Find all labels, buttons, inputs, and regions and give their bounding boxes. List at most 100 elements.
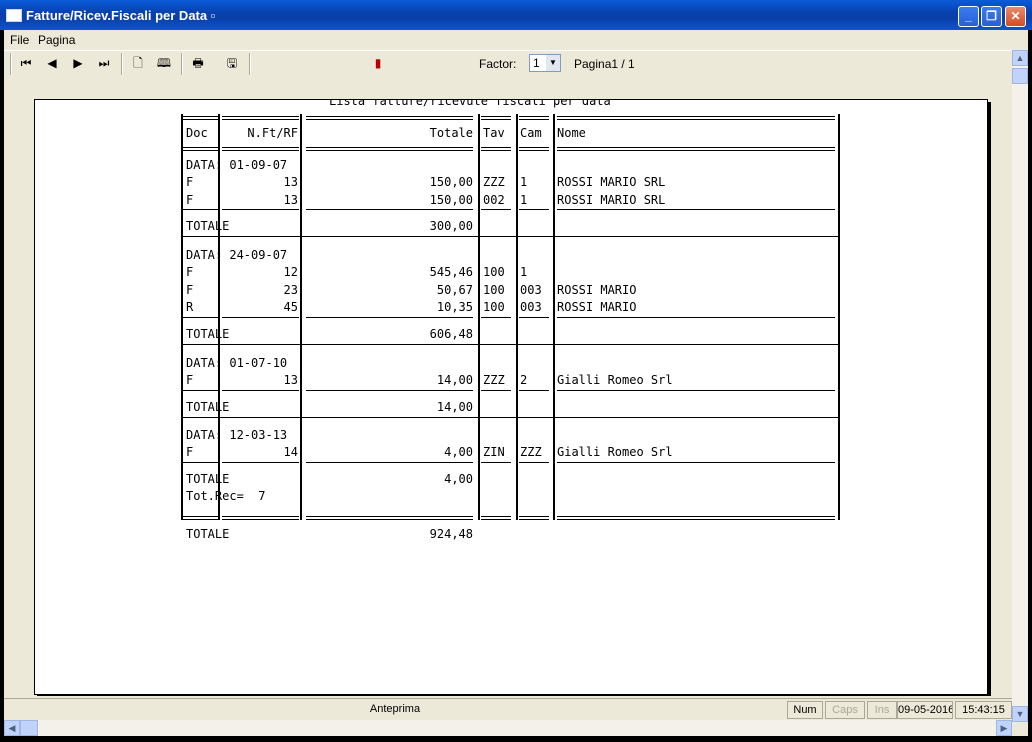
status-bar: Anteprima Num Caps Ins 09-05-2016 15:43:… xyxy=(4,698,1012,721)
menu-file[interactable]: File xyxy=(10,33,29,47)
double-rule xyxy=(181,116,218,120)
subtotal-rule xyxy=(481,461,511,463)
cell-tav: 100 xyxy=(483,282,505,297)
cell-tav: ZIN xyxy=(483,445,505,459)
double-rule xyxy=(181,516,218,520)
two-pages-icon[interactable]: 🕮 xyxy=(154,54,174,72)
subtotal-rule xyxy=(306,209,473,210)
group-total-label: TOTALE xyxy=(186,399,230,414)
cell-nome: ROSSI MARIO SRL xyxy=(557,192,666,207)
cell-nft: 13 xyxy=(283,373,298,387)
subtotal-rule xyxy=(557,461,835,463)
scroll-down-icon[interactable]: ▼ xyxy=(1012,706,1028,722)
chevron-down-icon[interactable]: ▼ xyxy=(546,55,560,71)
group-total-value: 4,00 xyxy=(444,471,473,486)
horizontal-scrollbar[interactable]: ◀ ▶ xyxy=(4,720,1012,736)
cell-cam: 2 xyxy=(520,373,528,387)
menu-bar: File Pagina xyxy=(4,30,1028,50)
last-page-icon[interactable]: ⏭ xyxy=(94,54,114,72)
first-page-icon[interactable]: ⏮ xyxy=(16,54,36,72)
subtotal-rule xyxy=(519,461,549,463)
scroll-up-icon[interactable]: ▲ xyxy=(1012,50,1028,66)
cell-tav: ZZZ xyxy=(483,175,505,189)
double-rule xyxy=(519,147,549,151)
double-rule xyxy=(481,116,511,120)
preview-area[interactable]: Lista fatture/ricevute fiscali per data D… xyxy=(4,77,1012,696)
next-page-icon[interactable]: ▶ xyxy=(68,54,88,72)
status-date: 09-05-2016 xyxy=(897,701,953,719)
header-nome: Nome xyxy=(557,126,586,140)
subtotal-rule xyxy=(519,389,549,391)
toolbar-separator xyxy=(181,53,183,75)
cell-cam: 1 xyxy=(520,265,528,279)
cell-nome: ROSSI MARIO xyxy=(557,282,637,297)
group-date: DATA: 01-07-10 xyxy=(186,356,288,370)
toolbar-separator xyxy=(249,53,251,75)
double-rule xyxy=(306,516,473,520)
maximize-button[interactable]: ❐ xyxy=(981,6,1002,27)
group-total-label: TOTALE xyxy=(186,326,230,341)
cell-totale: 150,00 xyxy=(429,192,473,207)
window-title: Fatture/Ricev.Fiscali per Data ▫ xyxy=(26,8,216,23)
subtotal-rule xyxy=(557,209,835,210)
scroll-right-icon[interactable]: ▶ xyxy=(996,720,1012,736)
column-separator xyxy=(478,114,480,520)
cell-cam: 1 xyxy=(520,175,528,189)
double-rule xyxy=(222,116,299,120)
subtotal-rule xyxy=(222,209,299,210)
cell-doc: F xyxy=(186,192,194,207)
subtotal-rule xyxy=(181,316,218,318)
page-indicator: Pagina1 / 1 xyxy=(574,57,635,71)
app-icon xyxy=(6,9,22,22)
group-total-value: 300,00 xyxy=(429,219,473,233)
single-page-icon[interactable]: 🗋 xyxy=(128,54,148,72)
cell-doc: F xyxy=(186,445,194,459)
double-rule xyxy=(519,116,549,120)
factor-select[interactable]: 1 ▼ xyxy=(529,54,561,72)
status-num: Num xyxy=(787,701,823,719)
group-total-value: 14,00 xyxy=(436,399,473,414)
subtotal-rule xyxy=(481,389,511,391)
prev-page-icon[interactable]: ◀ xyxy=(42,54,62,72)
cell-doc: F xyxy=(186,265,194,279)
vertical-scroll-thumb[interactable] xyxy=(1012,68,1028,84)
subtotal-rule xyxy=(181,389,218,391)
report-page: Lista fatture/ricevute fiscali per data D… xyxy=(34,99,988,695)
subtotal-rule xyxy=(306,389,473,391)
cell-nft: 14 xyxy=(283,445,298,459)
cell-doc: F xyxy=(186,282,194,297)
group-date: DATA: 12-03-13 xyxy=(186,428,288,442)
factor-label: Factor: xyxy=(479,57,517,71)
printer-icon[interactable]: 🖶 xyxy=(188,54,208,72)
cell-totale: 10,35 xyxy=(436,300,473,314)
double-rule xyxy=(557,147,835,151)
window-client: File Pagina ⏮ ◀ ▶ ⏭ 🗋 🕮 🖶 🖫 ▮ Factor: 1 … xyxy=(4,30,1028,736)
cell-nome: ROSSI MARIO SRL xyxy=(557,175,666,189)
title-bar: Fatture/Ricev.Fiscali per Data ▫ _ ❐ ✕ xyxy=(0,0,1032,30)
scroll-left-icon[interactable]: ◀ xyxy=(4,720,20,736)
report-title: Lista fatture/ricevute fiscali per data xyxy=(329,99,611,108)
close-button[interactable]: ✕ xyxy=(1005,6,1026,27)
column-separator xyxy=(516,114,518,520)
double-rule xyxy=(306,116,473,120)
cell-doc: R xyxy=(186,300,194,314)
cell-cam: 1 xyxy=(520,192,528,207)
vertical-scrollbar[interactable]: ▲ ▼ xyxy=(1012,50,1028,722)
minimize-button[interactable]: _ xyxy=(958,6,979,27)
header-cam: Cam xyxy=(520,126,542,140)
double-rule xyxy=(306,147,473,151)
menu-pagina[interactable]: Pagina xyxy=(38,33,75,47)
cell-nome: ROSSI MARIO xyxy=(557,300,637,314)
subtotal-rule xyxy=(222,389,299,391)
group-date: DATA: 01-09-07 xyxy=(186,158,288,172)
export-icon[interactable]: 🖫 xyxy=(222,54,242,72)
cell-cam: 003 xyxy=(520,300,542,314)
horizontal-scroll-thumb[interactable] xyxy=(20,720,38,736)
group-total-label: TOTALE xyxy=(186,219,230,233)
double-rule xyxy=(222,147,299,151)
group-date: DATA: 24-09-07 xyxy=(186,248,288,262)
cell-nft: 12 xyxy=(283,265,298,279)
exit-door-icon[interactable]: ▮ xyxy=(368,54,388,72)
subtotal-rule xyxy=(557,389,835,391)
subtotal-rule xyxy=(181,209,218,210)
